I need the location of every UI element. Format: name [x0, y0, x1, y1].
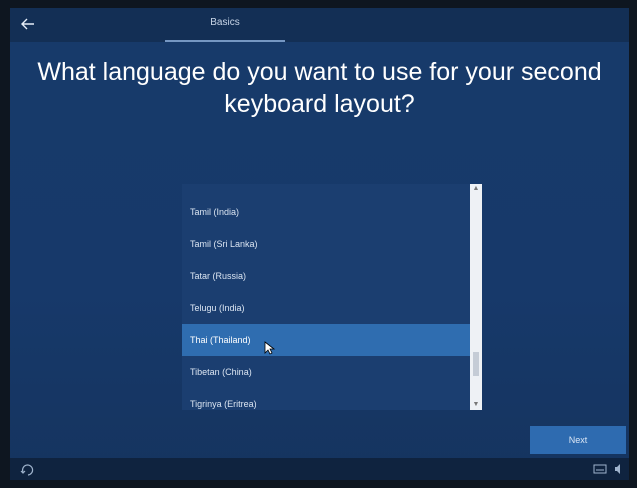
- accessibility-icon[interactable]: [20, 462, 34, 476]
- page-title: What language do you want to use for you…: [37, 58, 602, 118]
- tab-underline: [165, 40, 285, 42]
- list-item[interactable]: Tigrinya (Eritrea): [182, 388, 470, 410]
- list-item[interactable]: Tibetan (China): [182, 356, 470, 388]
- list-item[interactable]: Tamil (Sri Lanka): [182, 228, 470, 260]
- list-item[interactable]: Tamil (India): [182, 196, 470, 228]
- bottom-bar: [10, 458, 629, 480]
- scrollbar[interactable]: ▲ ▼: [470, 184, 482, 410]
- tab-basics-label: Basics: [210, 17, 240, 28]
- top-bar: Basics: [10, 8, 629, 42]
- back-arrow-icon[interactable]: [18, 14, 38, 34]
- list-item-selected[interactable]: Thai (Thailand): [182, 324, 470, 356]
- scroll-up-icon[interactable]: ▲: [470, 184, 482, 194]
- keyboard-icon[interactable]: [593, 463, 607, 475]
- scroll-down-icon[interactable]: ▼: [470, 400, 482, 410]
- scroll-thumb[interactable]: [473, 352, 479, 376]
- tab-basics: Basics: [165, 8, 285, 42]
- oobe-screen: Basics What language do you want to use …: [10, 8, 629, 480]
- next-button[interactable]: Next: [530, 426, 626, 454]
- volume-icon[interactable]: [613, 463, 625, 475]
- language-list-items: Tamil (India) Tamil (Sri Lanka) Tatar (Rus…: [182, 184, 470, 410]
- list-item[interactable]: Telugu (India): [182, 292, 470, 324]
- mouse-cursor-icon: [264, 341, 276, 355]
- language-list[interactable]: Tamil (India) Tamil (Sri Lanka) Tatar (Rus…: [182, 184, 482, 410]
- list-item[interactable]: Tatar (Russia): [182, 260, 470, 292]
